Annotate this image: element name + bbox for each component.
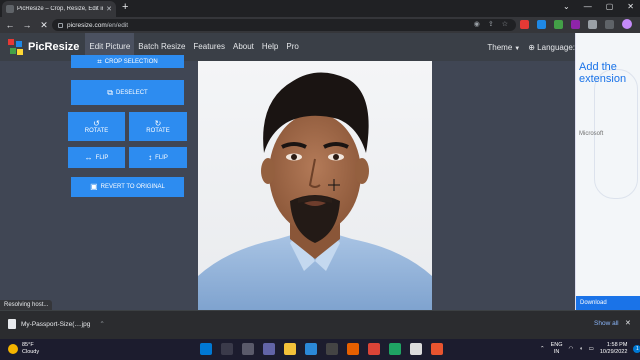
rotate-right-button[interactable]: ↻ ROTATE — [129, 112, 187, 141]
edge-icon[interactable] — [305, 343, 317, 355]
system-tray: ⌃ ENG IN ◠ ◖ ▭ 1:58 PM 10/29/2022 1 — [540, 342, 640, 355]
rotate-left-icon: ↺ — [93, 118, 100, 128]
tab-search-icon[interactable]: ⌄ — [563, 2, 570, 11]
language-dropdown[interactable]: ⊕ Language: — [528, 43, 575, 52]
app-orange-icon[interactable] — [431, 343, 443, 355]
input-language[interactable]: ENG IN — [551, 342, 563, 355]
ad-brand: Microsoft — [579, 131, 604, 137]
deselect-button[interactable]: ⧉ DESELECT — [71, 80, 184, 105]
status-bubble: Resolving host... — [0, 300, 53, 310]
bookmark-star-icon[interactable]: ☆ — [502, 20, 508, 28]
file-explorer-icon[interactable] — [284, 343, 296, 355]
image-icon: ▣ — [90, 182, 98, 191]
weather-cloudy-icon — [8, 343, 18, 354]
forward-icon[interactable]: → — [20, 20, 34, 30]
app-white-icon[interactable] — [410, 343, 422, 355]
google-lens-icon[interactable]: ◉ — [474, 20, 480, 28]
logo-mark-icon — [8, 39, 24, 55]
rotate-right-icon: ↻ — [154, 118, 162, 128]
search-icon[interactable] — [221, 343, 233, 355]
nav-pro[interactable]: Pro — [282, 33, 302, 61]
task-view-icon[interactable] — [242, 343, 254, 355]
download-file-name: My-Passport-Size(....jpg — [21, 320, 91, 328]
wifi-icon[interactable]: ◠ — [569, 346, 574, 352]
caret-down-icon: ▼ — [514, 45, 521, 52]
weather-widget[interactable]: 85°F Cloudy — [8, 342, 39, 355]
ad-download-button[interactable]: Download — [576, 296, 640, 310]
download-item[interactable]: My-Passport-Size(....jpg ⌃ — [8, 319, 105, 329]
firefox-icon[interactable] — [347, 343, 359, 355]
rotate-left-button[interactable]: ↺ ROTATE — [68, 112, 125, 141]
deselect-icon: ⧉ — [107, 87, 114, 97]
crop-selection-button[interactable]: ⌗ CROP SELECTION — [71, 55, 184, 68]
stop-loading-icon[interactable]: ✕ — [37, 20, 51, 31]
tab-close-icon[interactable]: ✕ — [106, 5, 112, 13]
chat-icon[interactable] — [263, 343, 275, 355]
nav-features[interactable]: Features — [189, 33, 229, 61]
weather-condition: Cloudy — [22, 348, 40, 355]
extension-blue-icon[interactable] — [537, 19, 546, 29]
store-icon[interactable] — [326, 343, 338, 355]
crop-icon: ⌗ — [97, 56, 102, 66]
tray-overflow-icon[interactable]: ⌃ — [540, 346, 545, 352]
share-icon[interactable]: ⇪ — [488, 20, 494, 28]
chevron-up-icon[interactable]: ⌃ — [99, 320, 104, 328]
flip-horizontal-button[interactable]: ↔ FLIP — [68, 147, 125, 168]
minimize-icon[interactable]: — — [584, 2, 592, 11]
editor-area: ⌗ CROP SELECTION ⧉ DESELECT ↺ ROTATE ↻ R… — [0, 55, 575, 310]
ad-headline: Add the extension — [579, 61, 627, 85]
globe-icon: ⊕ — [528, 42, 538, 52]
windows-taskbar: 85°F Cloudy ⌃ ENG IN ◠ ◖ ▭ 1:58 PM 10/29… — [0, 339, 640, 360]
portrait-photo[interactable] — [198, 61, 432, 310]
extension-k-icon[interactable] — [520, 19, 529, 29]
close-downloads-icon[interactable]: ✕ — [625, 319, 631, 327]
file-icon — [8, 319, 16, 329]
header-right: Theme ▼ ⊕ Language: — [487, 33, 575, 61]
nav-help[interactable]: Help — [258, 33, 282, 61]
extension-green-icon[interactable] — [554, 19, 563, 29]
taskbar-apps — [200, 343, 443, 355]
notification-badge[interactable]: 1 — [633, 344, 640, 353]
flip-horizontal-icon: ↔ — [84, 152, 93, 162]
site-logo[interactable]: PicResize — [8, 39, 79, 55]
extension-bar: ⋮ — [520, 19, 640, 29]
show-all-link[interactable]: Show all — [594, 320, 619, 327]
taskbar-clock[interactable]: 1:58 PM 10/29/2022 — [600, 342, 628, 355]
url-text[interactable]: picresize.com/en/edit — [67, 22, 128, 29]
address-bar[interactable]: picresize.com/en/edit ◉ ⇪ ☆ — [52, 19, 516, 31]
new-tab-icon[interactable]: + — [122, 1, 128, 13]
theme-dropdown[interactable]: Theme ▼ — [487, 43, 520, 52]
start-icon[interactable] — [200, 343, 212, 355]
browser-tab[interactable]: PicResize – Crop, Resize, Edit im… ✕ — [2, 1, 116, 17]
revert-to-original-button[interactable]: ▣ REVERT TO ORIGINAL — [71, 177, 184, 197]
extensions-puzzle-icon[interactable] — [588, 19, 597, 29]
tab-favicon-icon — [6, 5, 14, 13]
volume-icon[interactable]: ◖ — [579, 346, 582, 352]
downloads-bar: My-Passport-Size(....jpg ⌃ Show all ✕ — [0, 310, 640, 339]
flip-vertical-button[interactable]: ↕ FLIP — [129, 147, 187, 168]
profile-avatar[interactable] — [622, 19, 632, 29]
tab-title: PicResize – Crop, Resize, Edit im… — [17, 6, 103, 12]
extension-purple-icon[interactable] — [571, 19, 580, 29]
omnibox-actions: ◉ ⇪ ☆ — [474, 20, 508, 28]
maximize-icon[interactable]: ▢ — [606, 2, 614, 11]
browser-tab-strip: PicResize – Crop, Resize, Edit im… ✕ + ⌄… — [0, 0, 640, 17]
reading-list-icon[interactable] — [605, 19, 614, 29]
app-green-icon[interactable] — [389, 343, 401, 355]
logo-text: PicResize — [28, 41, 80, 53]
browser-toolbar: ← → ✕ picresize.com/en/edit ◉ ⇪ ☆ ⋮ — [0, 17, 640, 33]
ad-panel[interactable]: Add the extension Microsoft Download — [575, 33, 640, 310]
window-controls: ⌄ — ▢ ✕ — [563, 2, 634, 11]
back-icon[interactable]: ← — [3, 20, 17, 30]
battery-icon[interactable]: ▭ — [589, 346, 594, 352]
nav-about[interactable]: About — [229, 33, 258, 61]
chrome-icon[interactable] — [368, 343, 380, 355]
lock-icon — [58, 22, 63, 28]
close-window-icon[interactable]: ✕ — [627, 2, 634, 11]
flip-vertical-icon: ↕ — [148, 152, 153, 162]
photo-canvas[interactable] — [198, 61, 432, 310]
